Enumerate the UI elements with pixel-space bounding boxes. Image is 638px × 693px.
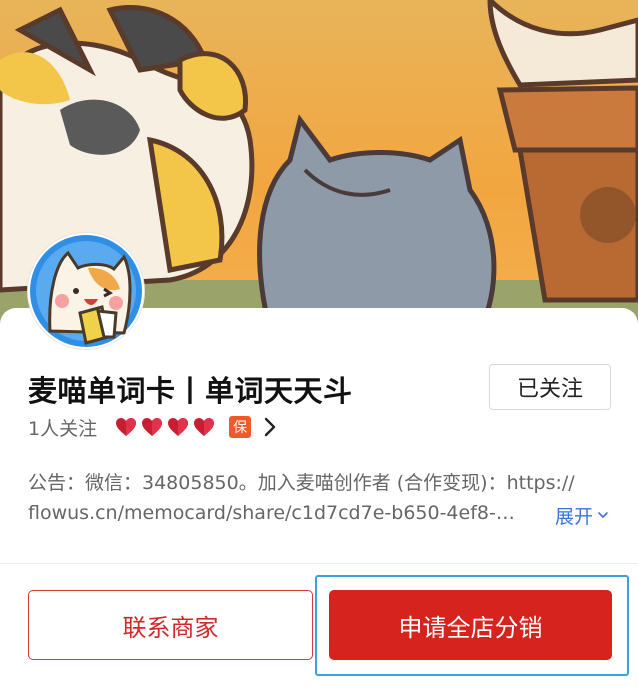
heart-icon xyxy=(116,418,137,436)
reputation-hearts xyxy=(115,417,215,437)
section-divider xyxy=(0,563,638,564)
apply-distribution-button[interactable]: 申请全店分销 xyxy=(329,590,612,660)
shop-meta-row[interactable]: 1人关注 保 xyxy=(28,413,277,441)
heart-icon xyxy=(142,418,163,436)
guarantee-badge: 保 xyxy=(229,416,252,438)
expand-notice-button[interactable]: 展开 xyxy=(555,500,609,530)
follow-button[interactable]: 已关注 xyxy=(489,364,611,410)
shop-notice: 公告：微信：34805850。加入麦喵创作者 (合作变现)：https:// f… xyxy=(28,468,612,528)
expand-label: 展开 xyxy=(555,505,594,528)
notice-line-1: 公告：微信：34805850。加入麦喵创作者 (合作变现)：https:// xyxy=(28,472,575,494)
follower-count: 1人关注 xyxy=(28,417,98,440)
notice-line-2: flowus.cn/memocard/share/c1d7cd7e-b650-4… xyxy=(28,502,515,524)
heart-icon xyxy=(168,418,189,436)
heart-icon xyxy=(194,418,215,436)
shop-page: 麦喵单词卡丨单词天天斗 已关注 1人关注 保 公告：微信：34805850。加入… xyxy=(0,0,638,693)
shop-avatar[interactable] xyxy=(28,233,144,349)
chevron-down-icon xyxy=(598,512,608,518)
chevron-right-icon[interactable] xyxy=(263,417,277,437)
contact-merchant-button[interactable]: 联系商家 xyxy=(28,590,313,660)
shop-title: 麦喵单词卡丨单词天天斗 xyxy=(28,374,353,408)
